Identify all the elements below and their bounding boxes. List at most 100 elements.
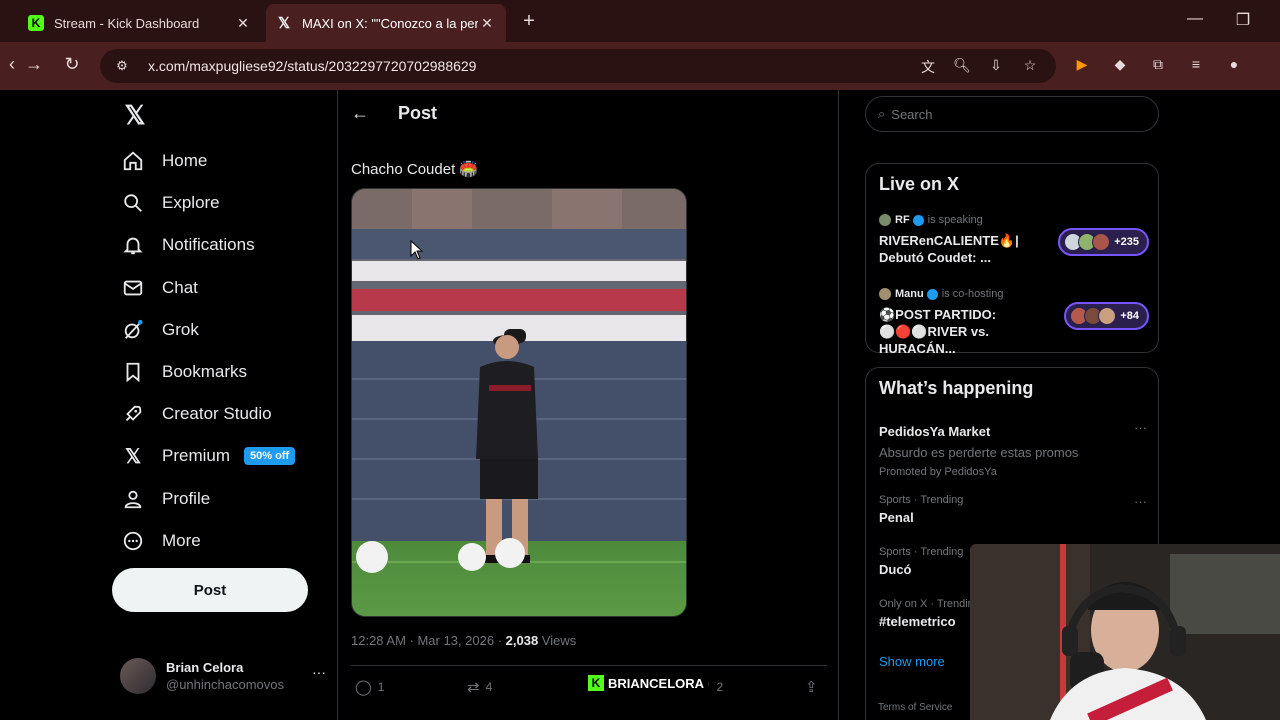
sidebar-item-label: Grok xyxy=(162,319,199,339)
close-tab-icon[interactable]: ✕ xyxy=(234,15,252,32)
reload-icon[interactable]: ↻ xyxy=(60,54,84,75)
tweet-text: Chacho Coudet 🏟️ xyxy=(351,161,479,178)
show-more-link[interactable]: Show more xyxy=(879,654,945,669)
webcam-overlay xyxy=(970,544,1280,720)
trend-item[interactable]: Sports · Trending Penal ··· xyxy=(879,494,1149,525)
sidebar-item-label: Profile xyxy=(162,488,211,508)
host-avatar xyxy=(879,214,891,226)
verified-badge-icon xyxy=(912,214,924,226)
promoted-label: Promoted by PedidosYa xyxy=(879,466,997,478)
restore-icon[interactable]: ❐ xyxy=(1228,10,1258,30)
repost-icon: ⇄ xyxy=(467,679,480,696)
search-placeholder: Search xyxy=(891,106,933,122)
share-icon: ⇪ xyxy=(805,679,818,696)
streamer-watermark: K BRIANCELORA xyxy=(588,674,709,692)
repost-count: 4 xyxy=(485,680,493,694)
host-status: is speaking xyxy=(927,214,983,226)
kick-icon: K xyxy=(588,675,604,691)
tweet-image[interactable] xyxy=(351,188,687,617)
more-dots-icon[interactable]: ··· xyxy=(1134,494,1147,509)
back-icon[interactable]: ‹ xyxy=(0,54,24,75)
mouse-cursor-icon xyxy=(410,239,424,265)
install-icon[interactable]: ⇩ xyxy=(986,57,1006,75)
reply-button[interactable]: ◯ 1 xyxy=(355,678,384,696)
site-info-icon[interactable]: ⚙ xyxy=(110,58,134,74)
grok-icon xyxy=(120,317,146,343)
sidebar-item-more[interactable]: More xyxy=(120,520,340,562)
sidebar-item-profile[interactable]: Profile xyxy=(120,478,340,520)
listeners-pill[interactable]: +84 xyxy=(1064,302,1149,330)
live-space-item[interactable]: Manu is co-hosting ⚽POST PARTIDO: ⚪🔴⚪RIV… xyxy=(879,288,1149,357)
sidebar-item-label: Chat xyxy=(162,277,198,297)
zoom-icon[interactable]: 🔍︎ xyxy=(952,57,972,75)
back-arrow-icon[interactable]: ← xyxy=(338,103,382,124)
x-logo-icon[interactable]: 𝕏 xyxy=(122,100,148,131)
more-dots-icon[interactable]: ··· xyxy=(312,664,326,680)
sidebar-item-premium[interactable]: 𝕏 Premium 50% off xyxy=(120,435,340,477)
browser-tab-bar: K Stream - Kick Dashboard ✕ 𝕏 MAXI on X:… xyxy=(0,0,1280,42)
search-icon xyxy=(120,190,146,216)
post-header: ← Post xyxy=(338,90,838,136)
extension-play-icon[interactable]: ▶ xyxy=(1072,56,1092,74)
views-label: Views xyxy=(538,633,577,648)
extension-diamond-icon[interactable]: ◆ xyxy=(1110,56,1130,74)
profile-icon[interactable]: ● xyxy=(1224,56,1244,74)
sidebar-item-label: Creator Studio xyxy=(162,404,272,424)
bookmark-star-icon[interactable]: ☆ xyxy=(1020,57,1040,75)
sidebar-item-notifications[interactable]: Notifications xyxy=(120,224,340,266)
trends-panel-title: What’s happening xyxy=(879,378,1034,398)
sidebar-item-bookmarks[interactable]: Bookmarks xyxy=(120,351,340,393)
avatar xyxy=(120,658,156,694)
media-controls-icon[interactable]: ≡ xyxy=(1186,56,1206,74)
listeners-pill[interactable]: +235 xyxy=(1058,228,1149,256)
person-icon xyxy=(120,486,146,512)
url-text[interactable]: x.com/maxpugliese92/status/2032297720702… xyxy=(148,58,476,74)
live-on-x-panel: Live on X RF is speaking RIVERenCALIENTE… xyxy=(865,163,1159,356)
tab-kick-dashboard[interactable]: K Stream - Kick Dashboard ✕ xyxy=(18,4,262,42)
more-dots-icon[interactable]: ··· xyxy=(1134,420,1147,435)
sidebar-item-explore[interactable]: Explore xyxy=(120,182,340,224)
sidebar-item-chat[interactable]: Chat xyxy=(120,267,340,309)
sidebar-item-grok[interactable]: Grok xyxy=(120,309,340,351)
host-avatar xyxy=(879,288,891,300)
post-button[interactable]: Post xyxy=(112,568,308,612)
extensions-puzzle-icon[interactable]: ⧉ xyxy=(1148,56,1168,74)
sidebar-item-creator-studio[interactable]: Creator Studio xyxy=(120,393,340,435)
verified-badge-icon xyxy=(926,288,938,300)
sidebar-item-home[interactable]: Home xyxy=(120,140,340,182)
repost-button[interactable]: ⇄ 4 xyxy=(467,678,492,696)
translate-icon[interactable]: 文 xyxy=(918,57,938,75)
tweet-meta: 12:28 AM · Mar 13, 2026 · 2,038 Views xyxy=(351,633,576,648)
sidebar-item-label: Home xyxy=(162,151,208,171)
listener-count: +84 xyxy=(1120,310,1139,322)
address-bar[interactable]: ⚙ x.com/maxpugliese92/status/20322977207… xyxy=(100,49,1056,83)
forward-icon[interactable]: → xyxy=(22,54,46,75)
search-input[interactable]: ⌕ Search xyxy=(865,96,1159,132)
sidebar-item-label: Premium xyxy=(162,446,231,466)
account-switcher[interactable]: Brian Celora @unhinchacomovos ··· xyxy=(120,656,330,696)
bell-icon xyxy=(120,232,146,258)
terms-of-service-link[interactable]: Terms of Service xyxy=(878,702,952,713)
more-circle-icon xyxy=(120,528,146,554)
page-title: Post xyxy=(398,102,438,123)
host-status: is co-hosting xyxy=(941,288,1004,300)
account-name: Brian Celora xyxy=(166,660,244,675)
trend-name: PedidosYa Market xyxy=(879,424,991,439)
close-tab-icon[interactable]: ✕ xyxy=(478,15,496,32)
listener-avatar xyxy=(1092,233,1111,251)
tab-x-post[interactable]: 𝕏 MAXI on X: ""Conozco a la perf ✕ xyxy=(266,4,506,42)
views-count: 2,038 xyxy=(505,633,539,648)
premium-discount-badge: 50% off xyxy=(244,447,296,466)
tweet-timestamp[interactable]: 12:28 AM · Mar 13, 2026 · xyxy=(351,633,506,648)
share-button[interactable]: ⇪ xyxy=(805,678,824,696)
minimize-icon[interactable]: — xyxy=(1180,10,1210,28)
live-space-item[interactable]: RF is speaking RIVERenCALIENTE🔥| Debutó … xyxy=(879,214,1149,266)
sidebar-item-label: Explore xyxy=(162,193,220,213)
live-space-title: ⚽POST PARTIDO: ⚪🔴⚪RIVER vs. HURACÁN... xyxy=(879,307,997,356)
trend-item-promoted[interactable]: PedidosYa Market Absurdo es perderte est… xyxy=(879,420,1149,478)
live-panel-title: Live on X xyxy=(879,174,960,194)
new-tab-button[interactable]: + xyxy=(518,10,540,33)
post-column: ← Post Chacho Coudet 🏟️ 12:28 AM · Mar 1… xyxy=(337,90,839,720)
trend-name: Penal xyxy=(879,510,914,525)
search-icon: ⌕ xyxy=(878,106,886,121)
